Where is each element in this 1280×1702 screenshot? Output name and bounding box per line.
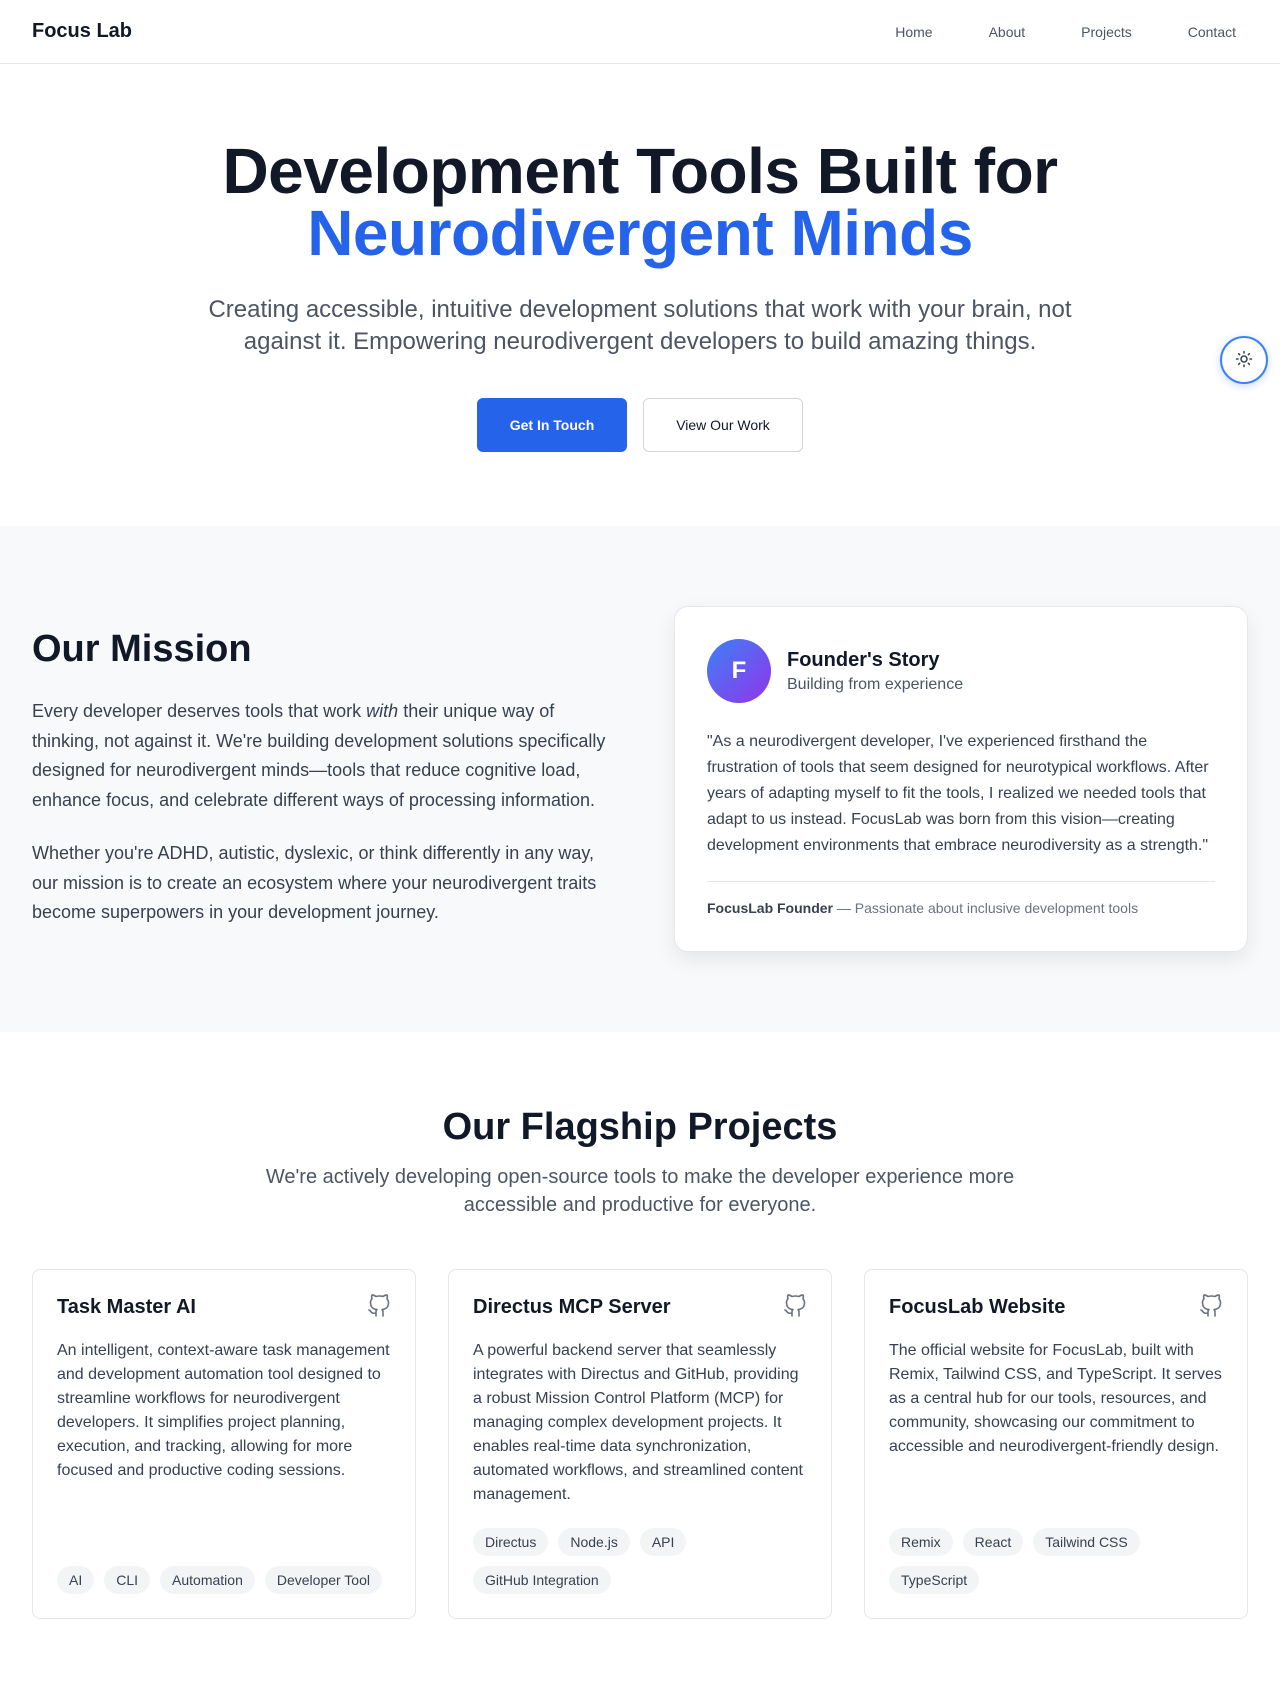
mission-p1-before: Every developer deserves tools that work bbox=[32, 701, 367, 721]
mission-paragraph-1: Every developer deserves tools that work… bbox=[32, 697, 612, 815]
hero-title: Development Tools Built for Neurodiverge… bbox=[0, 139, 1280, 269]
project-cards: Task Master AI An intelligent, context-a… bbox=[32, 1269, 1248, 1619]
tag: Tailwind CSS bbox=[1033, 1528, 1140, 1556]
founder-subtitle: Building from experience bbox=[787, 675, 964, 693]
card-header: FocusLab Website bbox=[889, 1294, 1223, 1319]
hero-title-accent: Neurodivergent Minds bbox=[307, 197, 973, 269]
project-description: A powerful backend server that seamlessl… bbox=[473, 1342, 803, 1503]
founder-name: FocusLab Founder bbox=[707, 900, 833, 916]
founder-quote: "As a neurodivergent developer, I've exp… bbox=[707, 729, 1215, 882]
mission-paragraph-2: Whether you're ADHD, autistic, dyslexic,… bbox=[32, 843, 597, 922]
mission-p1-emphasis: with bbox=[366, 701, 399, 721]
project-description: The official website for FocusLab, built… bbox=[889, 1342, 1222, 1455]
hero-actions: Get In Touch View Our Work bbox=[0, 398, 1280, 452]
tag: Node.js bbox=[558, 1528, 630, 1556]
founder-card: F Founder's Story Building from experien… bbox=[674, 606, 1248, 952]
nav-link-about[interactable]: About bbox=[989, 24, 1026, 40]
project-description: An intelligent, context-aware task manag… bbox=[57, 1342, 390, 1479]
project-title: Task Master AI bbox=[57, 1296, 196, 1318]
tag-list: AI CLI Automation Developer Tool bbox=[57, 1566, 391, 1594]
founder-header: F Founder's Story Building from experien… bbox=[707, 639, 1215, 703]
projects-subtitle: We're actively developing open-source to… bbox=[265, 1166, 1015, 1216]
projects-heading: Our Flagship Projects bbox=[442, 1106, 838, 1148]
hero-section: Development Tools Built for Neurodiverge… bbox=[0, 64, 1280, 526]
tag: TypeScript bbox=[889, 1566, 980, 1594]
tag: Developer Tool bbox=[264, 1566, 382, 1594]
card-header: Directus MCP Server bbox=[473, 1294, 807, 1319]
sun-icon bbox=[1235, 350, 1253, 371]
tag: React bbox=[962, 1528, 1024, 1556]
project-card-directus-mcp: Directus MCP Server A powerful backend s… bbox=[448, 1269, 832, 1619]
github-icon[interactable] bbox=[783, 1294, 807, 1318]
hero-subtitle: Creating accessible, intuitive developme… bbox=[208, 296, 1072, 355]
tag: Directus bbox=[473, 1528, 549, 1556]
founder-signature: FocusLab Founder — Passionate about incl… bbox=[707, 900, 1215, 916]
brand-logo[interactable]: Focus Lab bbox=[32, 20, 132, 43]
github-icon[interactable] bbox=[367, 1294, 391, 1318]
nav-link-contact[interactable]: Contact bbox=[1188, 24, 1236, 40]
mission-section: Our Mission Every developer deserves too… bbox=[0, 526, 1280, 1032]
founder-title: Founder's Story bbox=[787, 648, 940, 671]
founder-description: Passionate about inclusive development t… bbox=[854, 900, 1139, 916]
mission-heading: Our Mission bbox=[32, 628, 252, 670]
project-title: Directus MCP Server bbox=[473, 1296, 671, 1318]
tag: AI bbox=[57, 1566, 95, 1594]
avatar: F bbox=[707, 639, 771, 703]
top-nav: Focus Lab Home About Projects Contact bbox=[0, 0, 1280, 64]
tag-list: Directus Node.js API GitHub Integration bbox=[473, 1528, 807, 1594]
card-header: Task Master AI bbox=[57, 1294, 391, 1319]
theme-toggle-button[interactable] bbox=[1220, 336, 1268, 384]
signature-separator: — bbox=[833, 900, 855, 916]
nav-link-home[interactable]: Home bbox=[895, 24, 932, 40]
projects-section: Our Flagship Projects We're actively dev… bbox=[0, 1032, 1280, 1619]
nav-link-projects[interactable]: Projects bbox=[1081, 24, 1132, 40]
get-in-touch-button[interactable]: Get In Touch bbox=[477, 398, 627, 452]
tag-list: Remix React Tailwind CSS TypeScript bbox=[889, 1528, 1223, 1594]
nav-links: Home About Projects Contact bbox=[895, 24, 1248, 40]
tag: CLI bbox=[104, 1566, 151, 1594]
tag: GitHub Integration bbox=[473, 1566, 611, 1594]
tag: Automation bbox=[160, 1566, 255, 1594]
mission-text: Our Mission Every developer deserves too… bbox=[32, 606, 612, 1032]
tag: API bbox=[639, 1528, 687, 1556]
view-our-work-button[interactable]: View Our Work bbox=[643, 398, 803, 452]
project-card-task-master: Task Master AI An intelligent, context-a… bbox=[32, 1269, 416, 1619]
github-icon[interactable] bbox=[1199, 1294, 1223, 1318]
tag: Remix bbox=[889, 1528, 953, 1556]
project-card-focuslab-website: FocusLab Website The official website fo… bbox=[864, 1269, 1248, 1619]
project-title: FocusLab Website bbox=[889, 1296, 1066, 1318]
